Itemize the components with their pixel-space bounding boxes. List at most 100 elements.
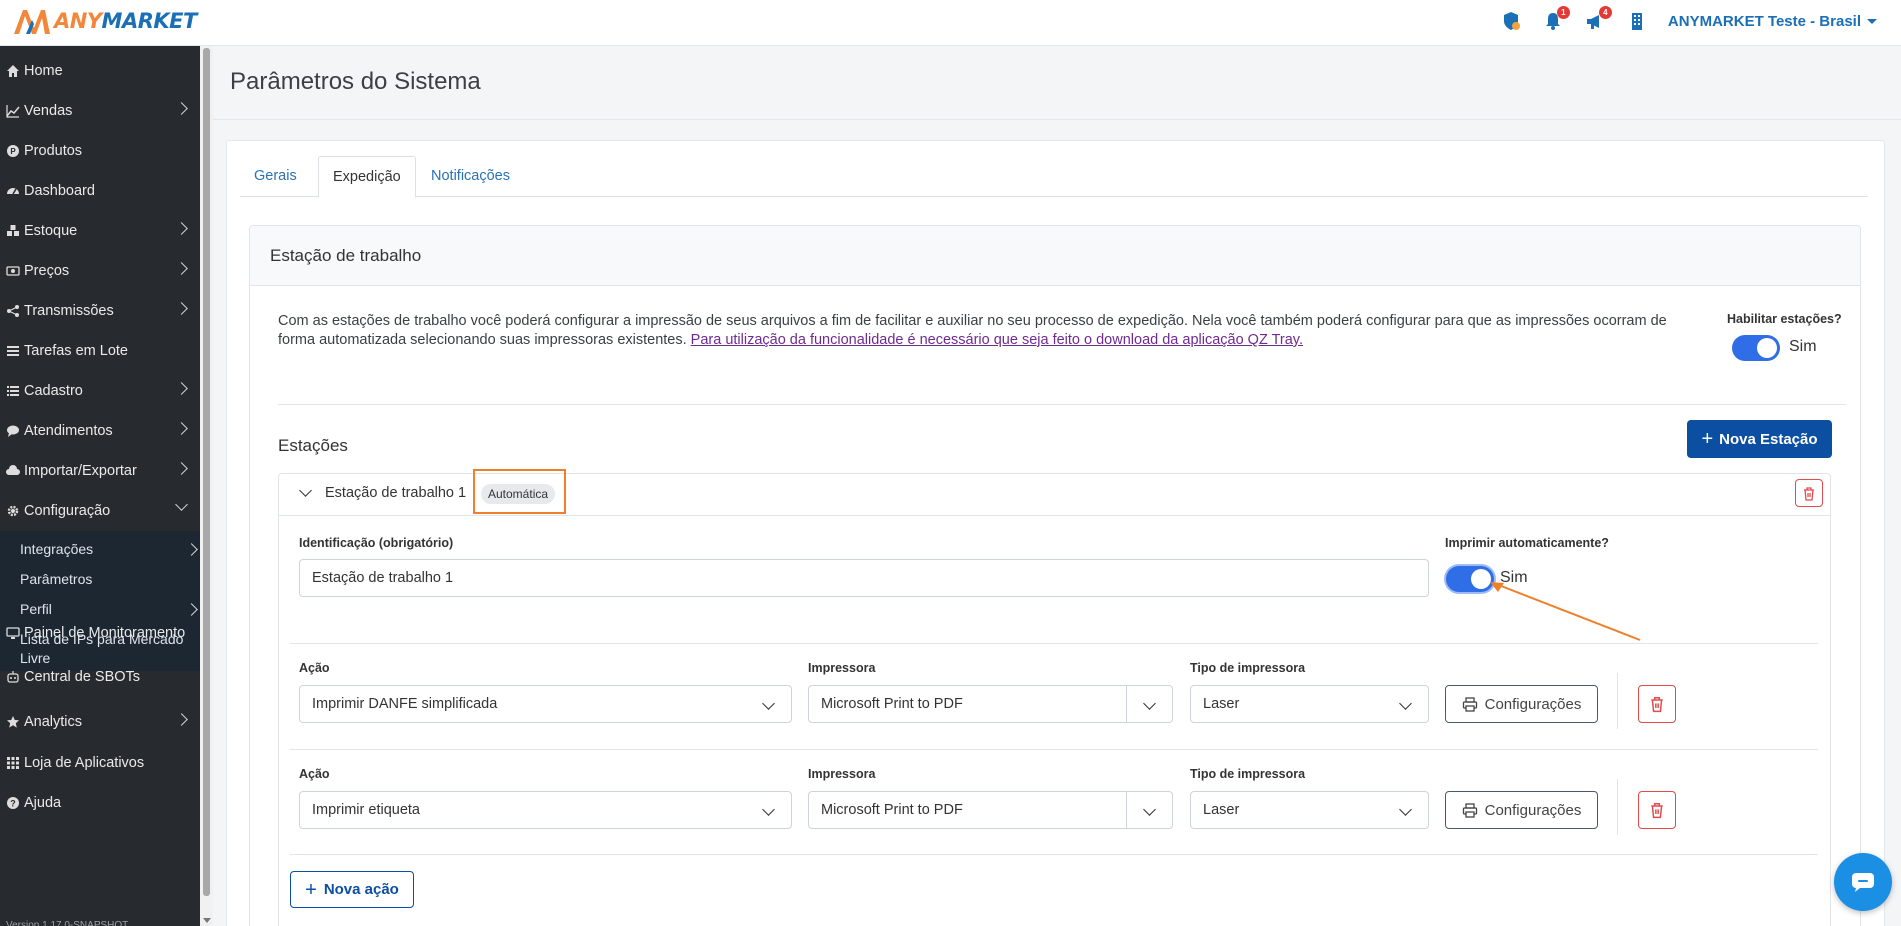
building-icon[interactable] [1626,10,1648,32]
caret-down-icon [1867,18,1877,24]
sidebar-item-transmissoes[interactable]: Transmissões [0,291,200,331]
chevron-right-icon [175,422,188,435]
chevron-down-icon[interactable] [299,484,312,497]
action-select[interactable]: Imprimir DANFE simplificada [299,685,792,723]
sidebar-item-importar-exportar[interactable]: Importar/Exportar [0,451,200,491]
sidebar-item-analytics[interactable]: Analytics [0,702,200,742]
sidebar-item-painel-de-monitoramento[interactable]: Painel de Monitoramento [0,613,200,653]
delete-action-button[interactable] [1638,685,1676,723]
monitor-icon [6,627,20,639]
robot-icon [7,671,19,683]
printer-type-value: Laser [1203,802,1240,818]
sidebar-item-atendimentos[interactable]: Atendimentos [0,411,200,451]
sidebar-item-configuracao[interactable]: Configuração [0,491,200,531]
tab-notificacoes[interactable]: Notificações [417,156,524,197]
anymarket-logo[interactable]: ANYMARKET [12,6,197,36]
tabs-bar: Gerais Expedição Notificações [240,156,1868,198]
sidebar-item-estoque[interactable]: Estoque [0,211,200,251]
config-label: Configurações [1484,801,1582,819]
sidebar-item-produtos[interactable]: P Produtos [0,131,200,171]
printer-type-select[interactable]: Laser [1190,791,1429,829]
plus-icon: + [305,878,317,901]
home-icon [7,65,19,77]
sidebar-item-cadastro[interactable]: Cadastro [0,371,200,411]
action-select[interactable]: Imprimir etiqueta [299,791,792,829]
tab-expedicao[interactable]: Expedição [318,156,416,198]
sidebar-item-vendas[interactable]: Vendas [0,91,200,131]
chevron-down-icon[interactable] [1143,803,1156,816]
sidebar-item-label: Tarefas em Lote [24,343,128,359]
delete-action-button[interactable] [1638,791,1676,829]
sidebar-item-precos[interactable]: Preços [0,251,200,291]
identification-input[interactable]: Estação de trabalho 1 [299,559,1429,597]
divider [290,854,1818,855]
chevron-right-icon [175,222,188,235]
printer-config-button[interactable]: Configurações [1445,685,1598,723]
chevron-down-icon[interactable] [1143,697,1156,710]
notifications-badge: 1 [1556,6,1570,19]
printer-label: Impressora [808,767,876,781]
sidebar-item-label: Painel de Monitoramento [24,625,186,641]
chat-widget-button[interactable] [1834,853,1892,911]
scrollbar-thumb[interactable] [203,48,210,896]
sidebar-item-ajuda[interactable]: ? Ajuda [0,783,200,823]
sidebar-item-home[interactable]: Home [0,51,200,91]
sidebar-item-central-de-sbots[interactable]: Central de SBOTs [0,657,200,697]
sidebar-scrollbar[interactable] [200,46,213,926]
trash-icon [1804,486,1814,501]
sidebar-item-label: Estoque [24,223,78,239]
new-action-button[interactable]: + Nova ação [290,871,414,908]
sidebar-item-tarefas-em-lote[interactable]: Tarefas em Lote [0,331,200,371]
new-station-button[interactable]: + Nova Estação [1687,420,1832,458]
gear-icon [7,505,19,517]
sidebar-item-label: Produtos [24,143,83,159]
sidebar-item-label: Atendimentos [24,423,113,439]
printer-type-select[interactable]: Laser [1190,685,1429,723]
submenu-item-integracoes[interactable]: Integrações [20,540,198,559]
dashboard-icon [7,188,19,195]
tab-gerais[interactable]: Gerais [240,156,311,197]
divider [290,749,1818,750]
megaphone-icon[interactable]: 4 [1584,6,1612,32]
sidebar-item-label: Dashboard [24,183,95,199]
printer-config-button[interactable]: Configurações [1445,791,1598,829]
chevron-right-icon [175,302,188,315]
row-divider [1617,673,1618,729]
combo-divider [1126,686,1127,722]
product-icon: P [7,145,19,157]
page-title: Parâmetros do Sistema [230,68,481,95]
auto-print-toggle[interactable] [1446,566,1494,592]
printer-icon [1462,802,1477,818]
svg-text:?: ? [10,799,16,809]
svg-text:P: P [10,147,16,156]
grid-icon [7,757,19,769]
chevron-right-icon [175,382,188,395]
scroll-down-arrow-icon[interactable] [203,918,211,923]
qz-tray-link[interactable]: Para utilização da funcionalidade é nece… [691,332,1303,348]
delete-station-button[interactable] [1795,479,1823,507]
divider [290,643,1818,644]
page-header: Parâmetros do Sistema [213,46,1901,120]
sidebar-item-label: Ajuda [24,795,62,811]
chevron-right-icon [185,543,198,556]
sidebar-item-label: Transmissões [24,303,114,319]
account-dropdown[interactable]: ANYMARKET Teste - Brasil [1668,13,1877,30]
enable-stations-toggle[interactable] [1732,335,1780,361]
chevron-down-icon [762,803,775,816]
printer-combobox[interactable]: Microsoft Print to PDF [808,685,1173,723]
star-icon [7,716,19,728]
bell-icon[interactable]: 1 [1542,6,1570,32]
submenu-item-parametros[interactable]: Parâmetros [20,570,190,589]
sidebar-item-dashboard[interactable]: Dashboard [0,171,200,211]
workstation-description: Com as estações de trabalho você poderá … [278,312,1698,350]
chevron-down-icon [175,498,188,511]
printer-label: Impressora [808,661,876,675]
list-icon [7,386,19,396]
submenu-item-label: Integrações [20,541,94,557]
shield-icon[interactable] [1500,10,1522,32]
printer-combobox[interactable]: Microsoft Print to PDF [808,791,1173,829]
logo-mark-icon [14,10,50,34]
card-header: Estação de trabalho [250,226,1860,286]
sidebar-item-loja-de-aplicativos[interactable]: Loja de Aplicativos [0,743,200,783]
stations-title: Estações [278,436,348,455]
